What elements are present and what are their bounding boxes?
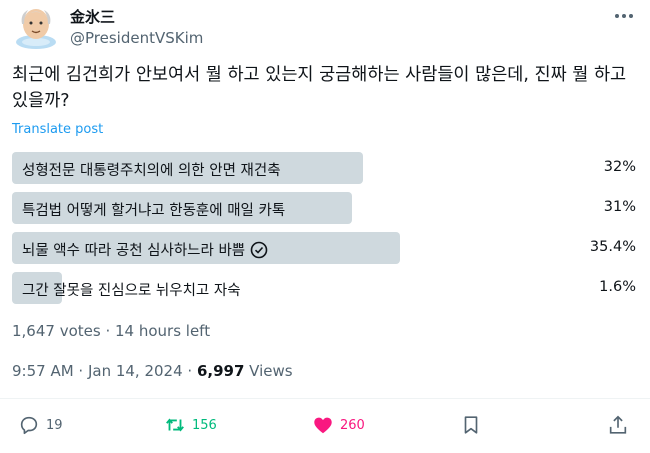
divider [0, 398, 650, 399]
poll-summary: 1,647 votes · 14 hours left [12, 322, 211, 340]
views-label: Views [244, 362, 293, 380]
poll-option-label: 특검법 어떻게 할거냐고 한동훈에 매일 카톡 [22, 203, 286, 219]
share-button[interactable] [607, 414, 629, 436]
reply-icon [20, 416, 38, 435]
tweet-meta: 9:57 AM · Jan 14, 2024 · 6,997 Views [12, 362, 293, 380]
bookmark-button[interactable] [460, 414, 482, 436]
reply-button[interactable]: 19 [18, 414, 63, 436]
avatar[interactable] [14, 2, 58, 50]
check-circle-icon [250, 241, 268, 259]
like-count: 260 [340, 417, 365, 433]
poll-option-label: 성형전문 대통령주치의에 의한 안면 재건축 [22, 163, 281, 179]
poll-option-label: 뇌물 액수 따라 공천 심사하느라 바쁨 [22, 239, 268, 260]
poll: 성형전문 대통령주치의에 의한 안면 재건축 32% 특검법 어떻게 할거냐고 … [12, 152, 638, 312]
share-icon [609, 415, 627, 434]
translate-post-link[interactable]: Translate post [12, 122, 103, 137]
poll-option-percent: 31% [603, 199, 636, 215]
more-icon[interactable] [612, 8, 636, 24]
poll-option: 성형전문 대통령주치의에 의한 안면 재건축 32% [12, 152, 638, 184]
timestamp[interactable]: 9:57 AM · Jan 14, 2024 · [12, 362, 197, 380]
views-count: 6,997 [196, 362, 245, 380]
retweet-button[interactable]: 156 [164, 414, 217, 436]
poll-option: 그간 잘못을 진심으로 뉘우치고 자숙 1.6% [12, 272, 638, 304]
reply-count: 19 [46, 417, 63, 433]
poll-option-percent: 32% [603, 159, 636, 175]
poll-option: 특검법 어떻게 할거냐고 한동훈에 매일 카톡 31% [12, 192, 638, 224]
retweet-icon [166, 418, 184, 432]
poll-option-percent: 1.6% [599, 279, 636, 295]
author-handle[interactable]: @PresidentVSKim [70, 29, 203, 47]
tweet-text: 최근에 김건희가 안보여서 뭘 하고 있는지 궁금해하는 사람들이 많은데, 진… [12, 65, 627, 111]
author-name[interactable]: 金氷三 [70, 6, 115, 27]
poll-option-percent: 35.4% [589, 239, 636, 255]
bookmark-icon [464, 416, 478, 434]
poll-option-winner: 뇌물 액수 따라 공천 심사하느라 바쁨 35.4% [12, 232, 638, 264]
heart-icon [314, 417, 332, 434]
action-bar: 19 156 260 [0, 414, 650, 440]
poll-option-label: 그간 잘못을 진심으로 뉘우치고 자숙 [22, 283, 241, 299]
like-button[interactable]: 260 [312, 414, 365, 436]
retweet-count: 156 [192, 417, 217, 433]
